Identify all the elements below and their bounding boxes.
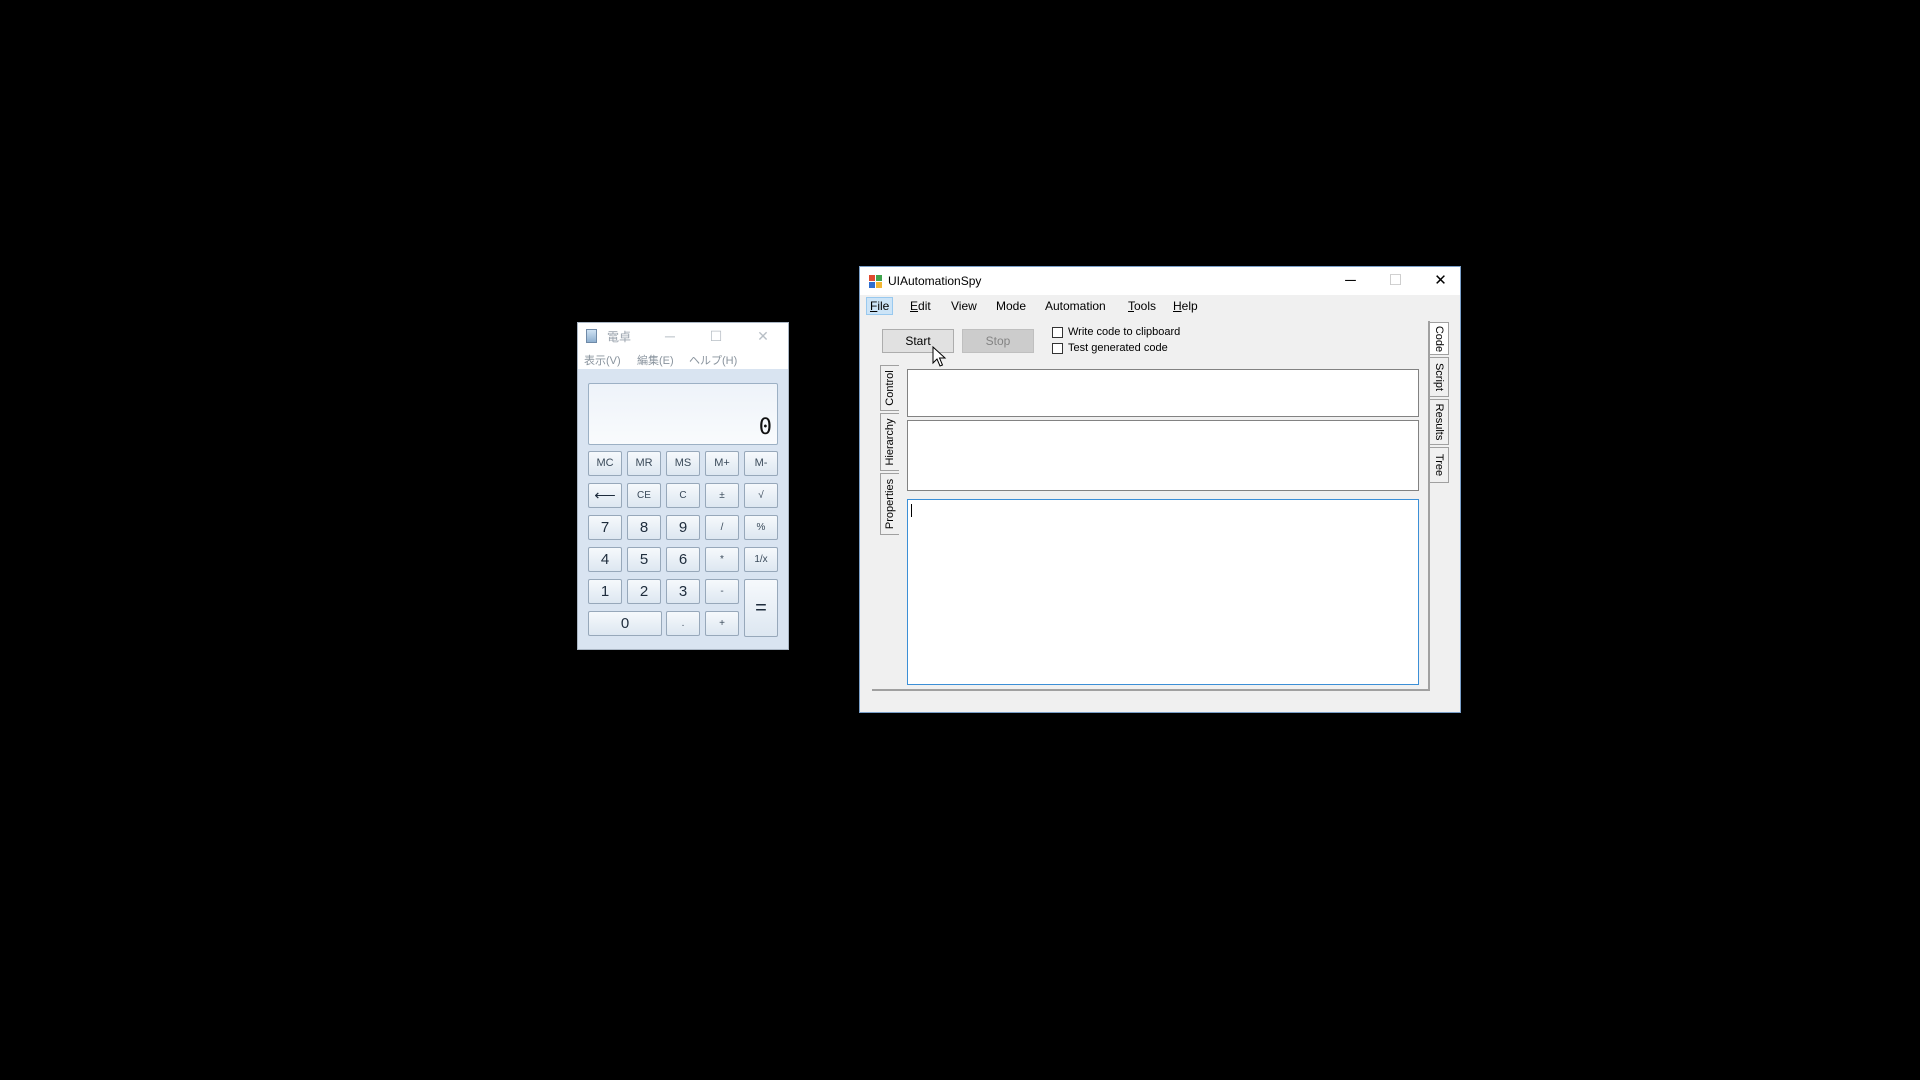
menu-edit[interactable]: Edit — [907, 297, 934, 315]
tab-tree[interactable]: Tree — [1430, 447, 1449, 483]
calculator-titlebar[interactable]: 電卓 ─ ☐ ✕ — [578, 323, 788, 349]
mouse-cursor-icon — [932, 346, 947, 367]
mc-button[interactable]: MC — [588, 451, 622, 476]
digit-9-button[interactable]: 9 — [666, 515, 700, 540]
backspace-button[interactable]: ⟵ — [588, 483, 622, 508]
calculator-window: 電卓 ─ ☐ ✕ 表示(V) 編集(E) ヘルプ(H) 0 MC MR MS M… — [577, 322, 789, 650]
menu-help[interactable]: Help — [1170, 297, 1201, 315]
calculator-menubar: 表示(V) 編集(E) ヘルプ(H) — [578, 349, 788, 369]
uiautomationspy-window: UIAutomationSpy ─ ☐ ✕ File Edit View Mod… — [859, 266, 1461, 713]
desktop: 電卓 ─ ☐ ✕ 表示(V) 編集(E) ヘルプ(H) 0 MC MR MS M… — [0, 0, 1920, 1080]
properties-textbox[interactable] — [907, 499, 1419, 685]
display-value: 0 — [758, 415, 772, 440]
calculator-title: 電卓 — [607, 330, 632, 344]
menu-mode[interactable]: Mode — [993, 297, 1029, 315]
tab-results[interactable]: Results — [1430, 399, 1449, 445]
digit-0-button[interactable]: 0 — [588, 611, 662, 636]
divide-button[interactable]: / — [705, 515, 739, 540]
minimize-button[interactable]: ─ — [1328, 267, 1373, 295]
tab-properties[interactable]: Properties — [880, 473, 899, 535]
mr-button[interactable]: MR — [627, 451, 661, 476]
clear-button[interactable]: C — [666, 483, 700, 508]
spy-menubar: File Edit View Mode Automation Tools Hel… — [860, 295, 1460, 317]
subtract-button[interactable]: - — [705, 579, 739, 604]
tab-hierarchy[interactable]: Hierarchy — [880, 413, 899, 471]
digit-4-button[interactable]: 4 — [588, 547, 622, 572]
digit-5-button[interactable]: 5 — [627, 547, 661, 572]
close-button[interactable]: ✕ — [1418, 267, 1463, 295]
calculator-icon — [586, 329, 597, 343]
sqrt-button[interactable]: √ — [744, 483, 778, 508]
tab-code[interactable]: Code — [1430, 322, 1449, 355]
maximize-button[interactable]: ☐ — [1373, 267, 1418, 295]
menu-file[interactable]: File — [866, 297, 894, 315]
add-button[interactable]: + — [705, 611, 739, 636]
reciprocal-button[interactable]: 1/x — [744, 547, 778, 572]
text-caret — [911, 504, 912, 517]
test-generated-code-label: Test generated code — [1068, 342, 1168, 354]
minimize-button[interactable]: ─ — [653, 325, 687, 347]
percent-button[interactable]: % — [744, 515, 778, 540]
maximize-button[interactable]: ☐ — [699, 325, 733, 347]
tab-script[interactable]: Script — [1430, 357, 1449, 397]
menu-view[interactable]: 表示(V) — [584, 352, 621, 368]
test-generated-code-checkbox[interactable] — [1052, 343, 1063, 354]
digit-7-button[interactable]: 7 — [588, 515, 622, 540]
digit-6-button[interactable]: 6 — [666, 547, 700, 572]
menu-view[interactable]: View — [948, 297, 980, 315]
m-plus-button[interactable]: M+ — [705, 451, 739, 476]
app-icon — [869, 275, 882, 288]
write-to-clipboard-checkbox[interactable] — [1052, 327, 1063, 338]
multiply-button[interactable]: * — [705, 547, 739, 572]
write-to-clipboard-label: Write code to clipboard — [1068, 326, 1181, 338]
plus-minus-button[interactable]: ± — [705, 483, 739, 508]
menu-tools[interactable]: Tools — [1125, 297, 1159, 315]
digit-2-button[interactable]: 2 — [627, 579, 661, 604]
stop-button[interactable]: Stop — [962, 329, 1034, 353]
spy-titlebar[interactable]: UIAutomationSpy ─ ☐ ✕ — [860, 267, 1460, 295]
menu-help[interactable]: ヘルプ(H) — [689, 352, 737, 368]
ms-button[interactable]: MS — [666, 451, 700, 476]
calculator-display: 0 — [588, 383, 778, 445]
digit-1-button[interactable]: 1 — [588, 579, 622, 604]
m-minus-button[interactable]: M- — [744, 451, 778, 476]
decimal-button[interactable]: . — [666, 611, 700, 636]
close-button[interactable]: ✕ — [746, 325, 780, 347]
tab-control[interactable]: Control — [880, 365, 899, 411]
menu-edit[interactable]: 編集(E) — [637, 352, 674, 368]
hierarchy-textbox[interactable] — [907, 420, 1419, 491]
control-textbox[interactable] — [907, 369, 1419, 417]
digit-8-button[interactable]: 8 — [627, 515, 661, 540]
digit-3-button[interactable]: 3 — [666, 579, 700, 604]
equals-button[interactable]: = — [744, 579, 778, 637]
ce-button[interactable]: CE — [627, 483, 661, 508]
menu-automation[interactable]: Automation — [1042, 297, 1109, 315]
window-title: UIAutomationSpy — [888, 274, 982, 288]
